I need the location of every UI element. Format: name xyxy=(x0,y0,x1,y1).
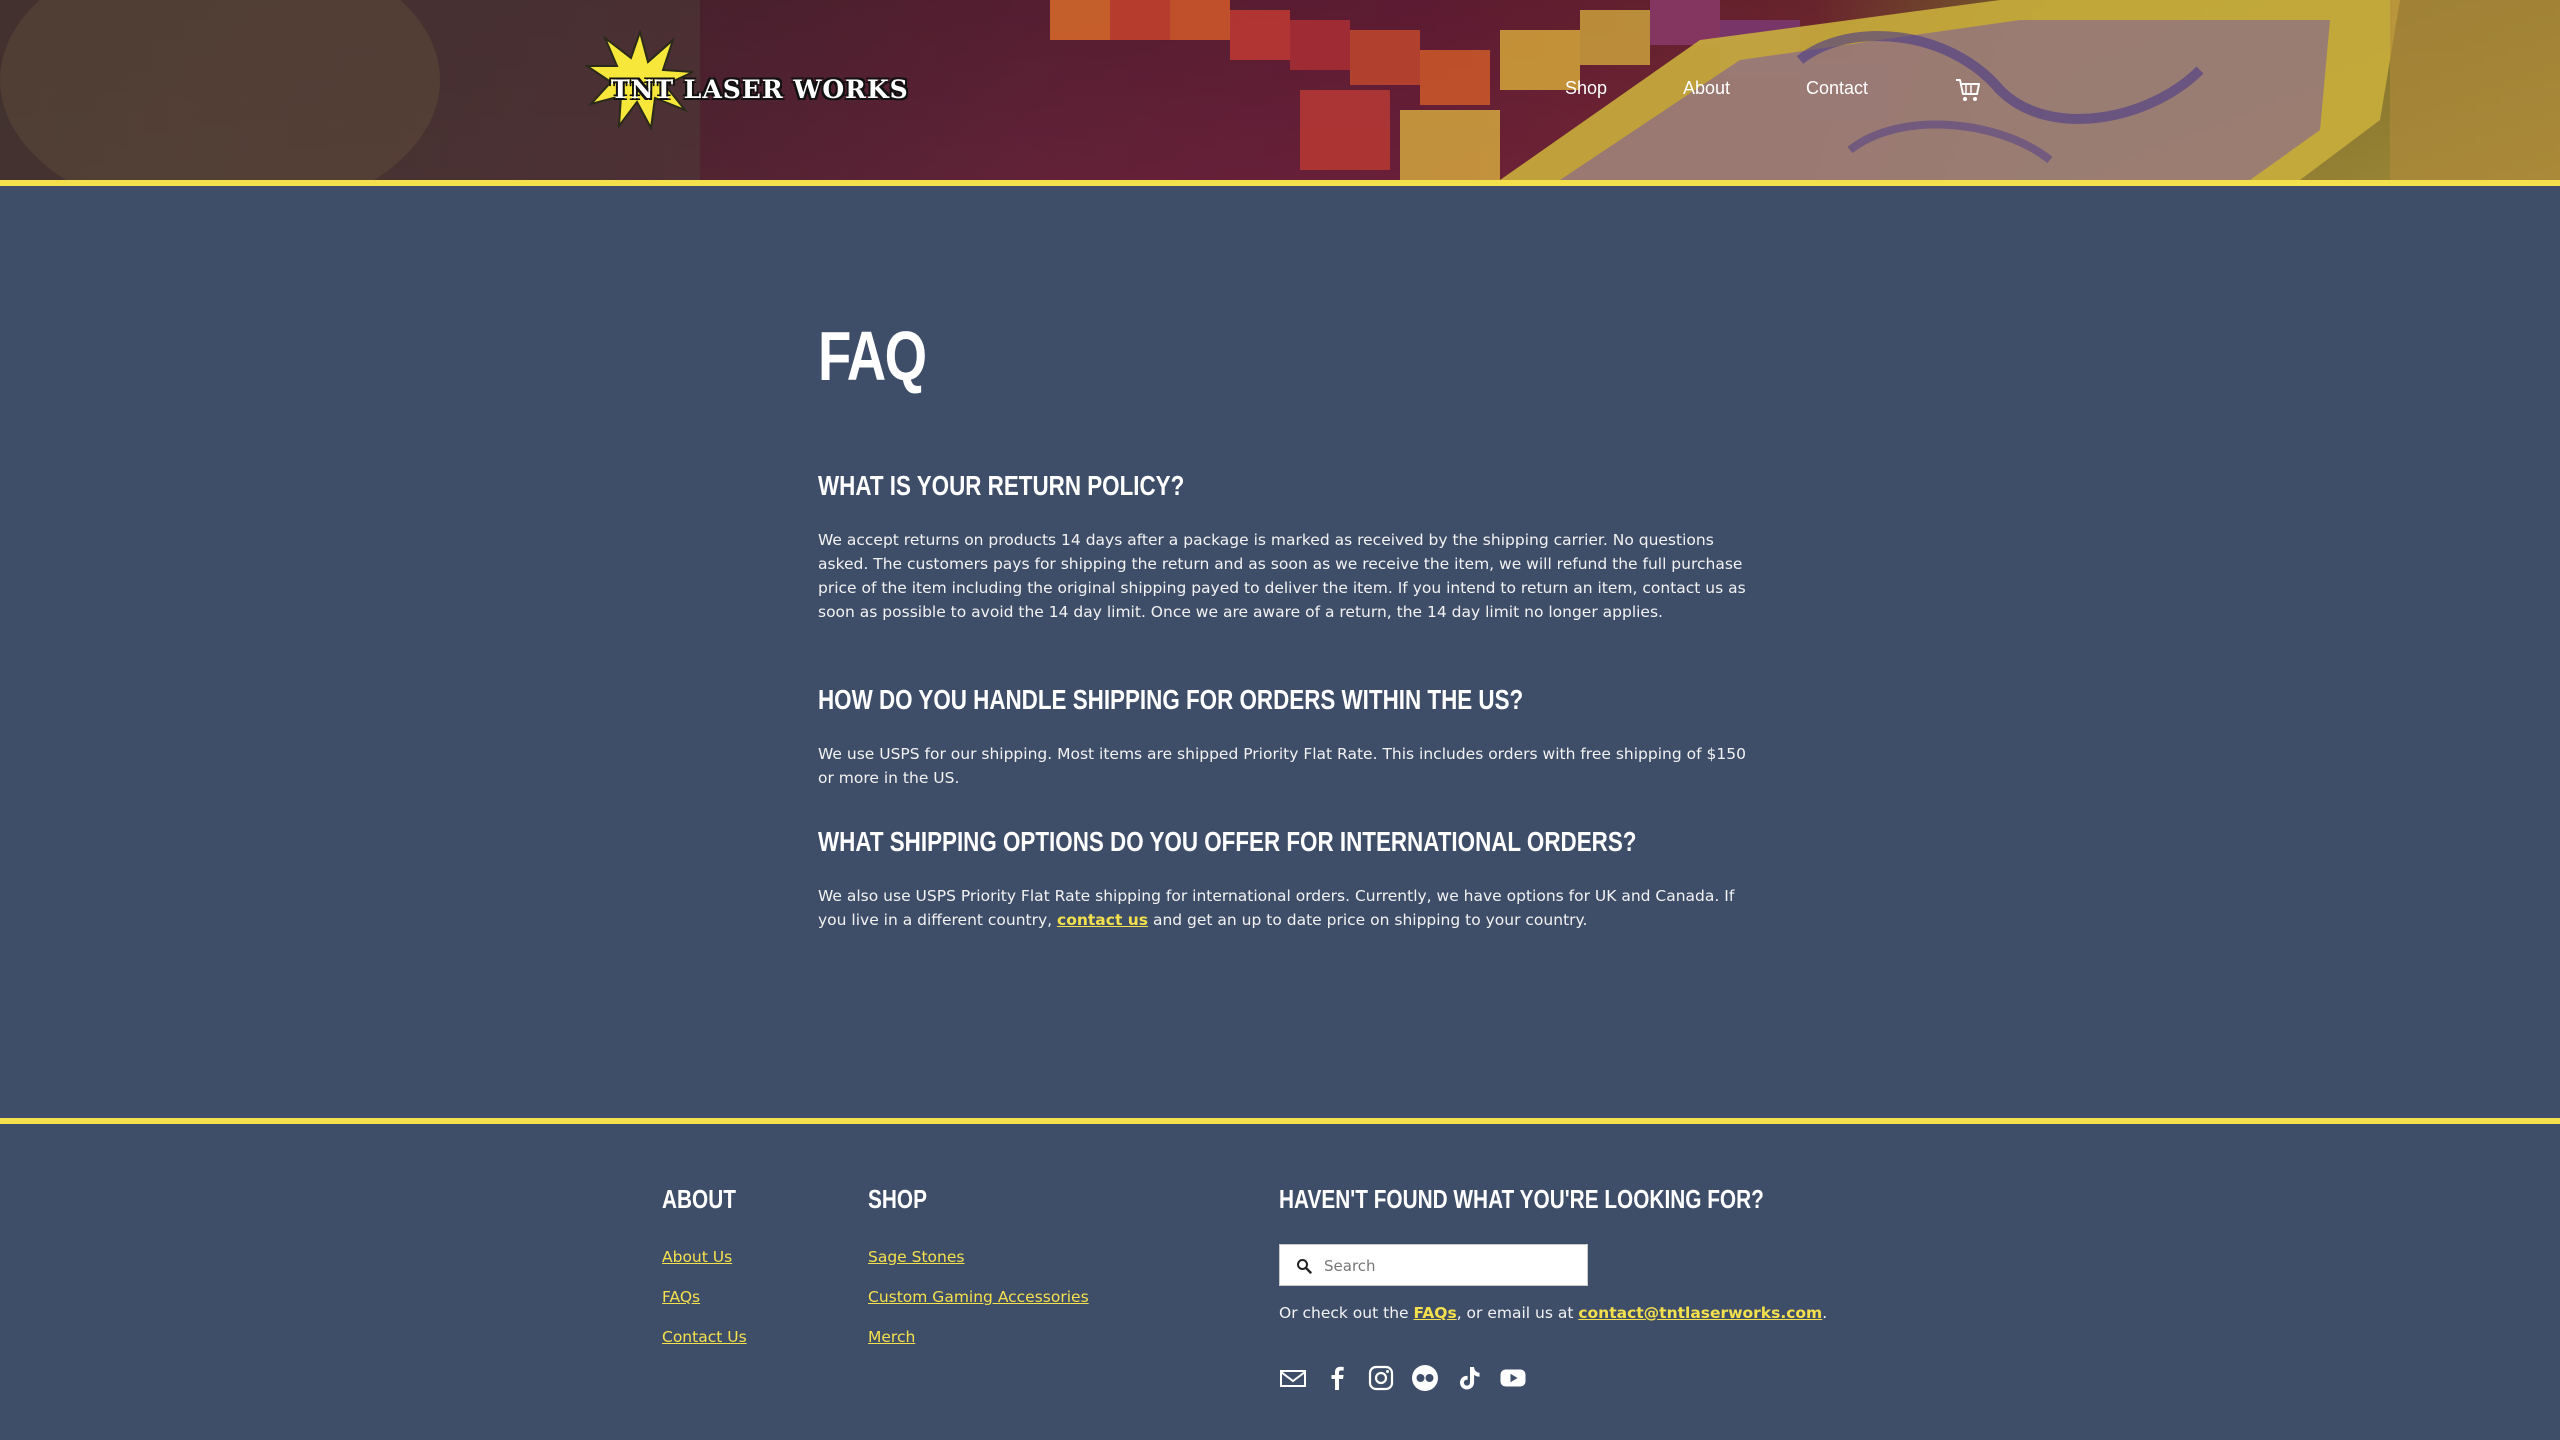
youtube-icon[interactable] xyxy=(1499,1364,1527,1392)
footer-note-text: , or email us at xyxy=(1456,1304,1579,1322)
footer-link-merch[interactable]: Merch xyxy=(868,1328,915,1346)
flickr-icon[interactable] xyxy=(1411,1364,1439,1392)
instagram-icon[interactable] xyxy=(1367,1364,1395,1392)
footer-link-sage-stones[interactable]: Sage Stones xyxy=(868,1248,964,1266)
footer-divider xyxy=(0,1118,2560,1124)
tiktok-icon[interactable] xyxy=(1455,1364,1483,1392)
footer-link-about-us[interactable]: About Us xyxy=(662,1248,732,1266)
footer-email-link[interactable]: contact@tntlaserworks.com xyxy=(1578,1304,1822,1322)
contact-us-link[interactable]: contact us xyxy=(1057,911,1148,929)
header-background-image xyxy=(0,0,2560,180)
page-title: FAQ xyxy=(818,317,927,395)
email-icon[interactable] xyxy=(1279,1364,1307,1392)
nav-about[interactable]: About xyxy=(1683,78,1730,99)
header-divider xyxy=(0,180,2560,186)
footer-note-text: Or check out the xyxy=(1279,1304,1414,1322)
footer-search xyxy=(1279,1244,1588,1286)
search-input[interactable] xyxy=(1322,1251,1581,1281)
footer-note-text: . xyxy=(1822,1304,1828,1322)
footer-about-title: ABOUT xyxy=(662,1184,736,1214)
footer-contact-note: Or check out the FAQs, or email us at co… xyxy=(1279,1304,1827,1322)
footer-help-title: HAVEN'T FOUND WHAT YOU'RE LOOKING FOR? xyxy=(1279,1184,1764,1214)
faq-answer: We accept returns on products 14 days af… xyxy=(818,531,1746,621)
shopping-cart-icon[interactable] xyxy=(1954,75,1982,103)
footer-link-custom-gaming-accessories[interactable]: Custom Gaming Accessories xyxy=(868,1288,1089,1306)
search-icon xyxy=(1297,1259,1312,1274)
footer-link-contact-us[interactable]: Contact Us xyxy=(662,1328,747,1346)
faq-question: HOW DO YOU HANDLE SHIPPING FOR ORDERS WI… xyxy=(818,684,1524,715)
site-header: TNT LASER WORKS Shop About Contact xyxy=(0,0,2560,180)
logo-text: TNT LASER WORKS xyxy=(611,75,909,104)
footer-shop-title: SHOP xyxy=(868,1184,927,1214)
footer-link-faqs[interactable]: FAQs xyxy=(662,1288,700,1306)
site-logo[interactable]: TNT LASER WORKS xyxy=(585,30,908,130)
nav-contact[interactable]: Contact xyxy=(1806,78,1868,99)
nav-shop[interactable]: Shop xyxy=(1565,78,1607,99)
faq-question: WHAT SHIPPING OPTIONS DO YOU OFFER FOR I… xyxy=(818,826,1637,857)
faq-answer: We use USPS for our shipping. Most items… xyxy=(818,745,1746,787)
faq-answer: We also use USPS Priority Flat Rate ship… xyxy=(818,884,1748,932)
faq-question: WHAT IS YOUR RETURN POLICY? xyxy=(818,470,1185,501)
faq-answer-text: and get an up to date price on shipping … xyxy=(1148,911,1588,929)
facebook-icon[interactable] xyxy=(1323,1364,1351,1392)
footer-faqs-link[interactable]: FAQs xyxy=(1413,1304,1456,1322)
